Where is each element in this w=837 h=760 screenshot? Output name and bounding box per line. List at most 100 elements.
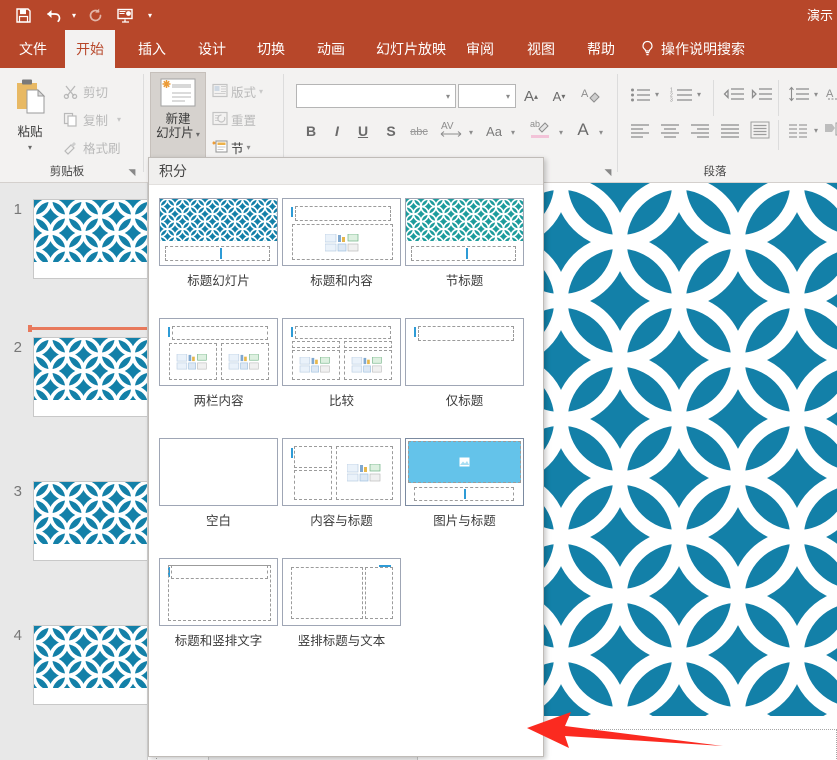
- font-color-dropdown-icon[interactable]: ▾: [596, 122, 606, 142]
- start-slideshow-icon[interactable]: [110, 0, 140, 30]
- font-size-input[interactable]: ▾: [458, 84, 516, 108]
- new-slide-button[interactable]: 新建 幻灯片 ▾: [150, 72, 206, 168]
- distributed-button[interactable]: [750, 121, 770, 139]
- font-color-label: A: [577, 120, 589, 139]
- thumbnail-number: 1: [13, 201, 22, 218]
- tab-slideshow[interactable]: 幻灯片放映: [365, 30, 457, 68]
- layout-button[interactable]: 版式 ▾: [212, 82, 263, 101]
- justify-button[interactable]: [720, 123, 740, 139]
- tab-review[interactable]: 审阅: [455, 30, 505, 68]
- convert-to-smartart-button[interactable]: [824, 120, 837, 140]
- format-painter-label: 格式刷: [83, 142, 121, 156]
- group-divider-1: [143, 74, 144, 172]
- character-spacing-icon: AV: [439, 118, 465, 143]
- tab-insert[interactable]: 插入: [127, 30, 177, 68]
- tab-file[interactable]: 文件: [8, 30, 58, 68]
- line-spacing-dropdown-icon[interactable]: ▾: [814, 90, 818, 99]
- numbering-button[interactable]: 123: [670, 86, 694, 104]
- text-direction-button[interactable]: A: [826, 84, 837, 104]
- layout-dropdown-icon[interactable]: ▾: [259, 87, 263, 96]
- placeholder-marker: [464, 489, 466, 499]
- columns-button[interactable]: [788, 123, 808, 139]
- picture-icon: [459, 457, 470, 467]
- font-name-input[interactable]: ▾: [296, 84, 456, 108]
- undo-icon[interactable]: [38, 0, 68, 30]
- tab-home[interactable]: 开始: [65, 30, 115, 68]
- font-name-dropdown-icon[interactable]: ▾: [446, 92, 450, 101]
- tab-help[interactable]: 帮助: [576, 30, 626, 68]
- align-right-button[interactable]: [690, 123, 710, 139]
- section-icon: [212, 139, 228, 157]
- thumbnail-frame[interactable]: [33, 199, 147, 279]
- slide-insertion-indicator: [28, 325, 147, 332]
- paragraph-divider-2: [778, 80, 779, 116]
- slide-thumbnail-pane[interactable]: 1 2 3 4: [0, 183, 148, 760]
- tab-design[interactable]: 设计: [187, 30, 237, 68]
- thumbnail-frame[interactable]: [33, 337, 147, 417]
- thumbnail-number: 2: [13, 339, 22, 356]
- section-dropdown-icon[interactable]: ▾: [247, 143, 251, 152]
- thumbnail-frame[interactable]: [33, 625, 147, 705]
- placeholder-marker: [291, 448, 293, 458]
- numbering-dropdown-icon[interactable]: ▾: [697, 90, 701, 99]
- font-color-button[interactable]: A: [572, 118, 594, 142]
- placeholder-marker: [466, 248, 468, 259]
- shrink-font-button[interactable]: A ▾: [548, 86, 570, 106]
- clear-formatting-button[interactable]: A: [578, 84, 604, 108]
- tab-animations[interactable]: 动画: [306, 30, 356, 68]
- paste-dropdown-icon[interactable]: ▾: [28, 143, 32, 152]
- layout-icon: [212, 83, 228, 101]
- character-spacing-button[interactable]: AV: [438, 118, 466, 142]
- layout-label: 节标题: [445, 274, 484, 288]
- cut-button[interactable]: 剪切: [62, 82, 108, 101]
- copy-label: 复制: [83, 114, 109, 128]
- italic-button[interactable]: I: [328, 120, 346, 142]
- layout-label: 图片与标题: [433, 514, 496, 528]
- bullets-dropdown-icon[interactable]: ▾: [655, 90, 659, 99]
- text-highlight-button[interactable]: ab: [528, 118, 554, 142]
- character-spacing-dropdown-icon[interactable]: ▾: [466, 122, 476, 142]
- bullets-button[interactable]: [630, 86, 652, 104]
- copy-dropdown-icon[interactable]: ▾: [117, 115, 121, 124]
- format-painter-button[interactable]: 格式刷: [62, 138, 121, 157]
- reset-button[interactable]: 重置: [212, 110, 256, 129]
- bold-button[interactable]: B: [302, 120, 320, 142]
- text-highlight-dropdown-icon[interactable]: ▾: [556, 122, 566, 142]
- increase-indent-button[interactable]: [751, 86, 773, 104]
- thumbnail-frame[interactable]: [33, 481, 147, 561]
- customize-qat-icon[interactable]: ▾: [144, 0, 156, 30]
- decrease-indent-button[interactable]: [723, 86, 745, 104]
- strikethrough-button[interactable]: abc: [406, 122, 432, 142]
- change-case-button[interactable]: Aa: [482, 120, 506, 142]
- new-slide-dropdown[interactable]: 积分 标题幻灯片 标题和内容 节标题 两栏内容 比较 仅标题 空白 内容与标题 …: [148, 157, 544, 757]
- scissors-icon: [62, 84, 78, 100]
- align-center-button[interactable]: [660, 123, 680, 139]
- thumbnail-number: 4: [13, 627, 22, 644]
- columns-dropdown-icon[interactable]: ▾: [814, 126, 818, 135]
- grow-font-button[interactable]: A ▴: [520, 86, 542, 106]
- paste-button[interactable]: 粘贴 ▾: [6, 74, 54, 166]
- text-shadow-button[interactable]: S: [382, 120, 400, 142]
- clipboard-dialog-launcher[interactable]: ◥: [126, 166, 138, 178]
- font-dialog-launcher[interactable]: ◥: [602, 166, 614, 178]
- section-button[interactable]: 节 ▾: [212, 138, 251, 157]
- line-spacing-button[interactable]: [788, 86, 810, 104]
- tab-transitions[interactable]: 切换: [246, 30, 296, 68]
- redo-icon[interactable]: [80, 0, 110, 30]
- tell-me-search[interactable]: 操作说明搜索: [640, 30, 745, 68]
- font-size-dropdown-icon[interactable]: ▾: [506, 92, 510, 101]
- title-placeholder: [172, 326, 268, 340]
- change-case-label: Aa: [486, 123, 502, 139]
- layout-label: 内容与标题: [310, 514, 373, 528]
- lightbulb-icon: [640, 40, 655, 58]
- tab-view[interactable]: 视图: [516, 30, 566, 68]
- strikethrough-label: abc: [410, 126, 428, 138]
- copy-button[interactable]: 复制 ▾: [62, 110, 121, 129]
- save-icon[interactable]: [8, 0, 38, 30]
- change-case-dropdown-icon[interactable]: ▾: [508, 122, 518, 142]
- align-left-button[interactable]: [630, 123, 650, 139]
- undo-dropdown-icon[interactable]: ▾: [68, 0, 80, 30]
- layout-thumbnail: [159, 558, 278, 626]
- underline-button[interactable]: U: [354, 120, 372, 142]
- document-title: 演示: [806, 8, 833, 23]
